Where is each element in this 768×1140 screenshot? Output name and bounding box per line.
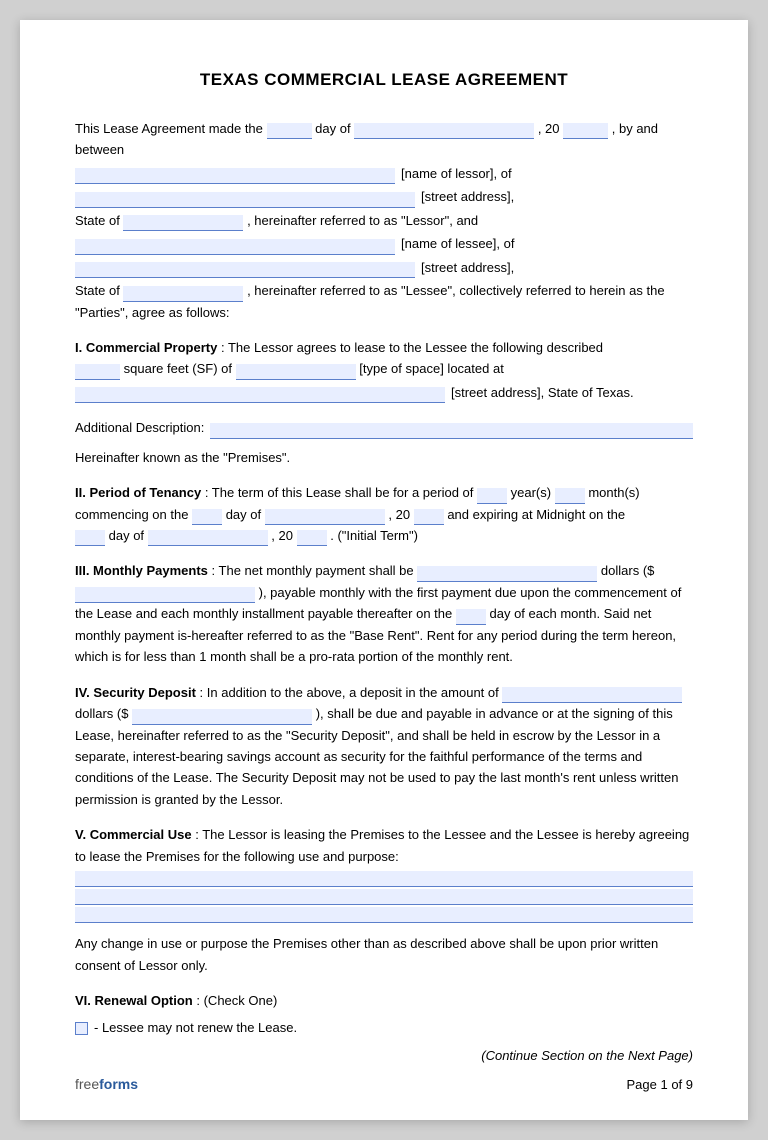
monthly-payment-num-field[interactable] bbox=[75, 587, 255, 603]
section1: I. Commercial Property : The Lessor agre… bbox=[75, 337, 693, 403]
section2-text8: , 20 bbox=[271, 528, 293, 543]
lessee-address-label: [street address], bbox=[421, 257, 514, 278]
lessor-address-field[interactable] bbox=[75, 192, 415, 208]
lessee-address-field[interactable] bbox=[75, 262, 415, 278]
document-title: TEXAS COMMERCIAL LEASE AGREEMENT bbox=[75, 70, 693, 90]
section4-text2: dollars ($ bbox=[75, 706, 128, 721]
section1-text4: [street address], State of Texas. bbox=[451, 382, 634, 403]
space-type-field[interactable] bbox=[236, 364, 356, 380]
lessor-state-label: State of bbox=[75, 213, 120, 228]
start-year-field[interactable] bbox=[414, 509, 444, 525]
year-field[interactable] bbox=[563, 123, 608, 139]
section1-text3: [type of space] located at bbox=[359, 361, 504, 376]
use-purpose-field3[interactable] bbox=[75, 907, 693, 923]
end-year-field[interactable] bbox=[297, 530, 327, 546]
section4-text: : In addition to the above, a deposit in… bbox=[200, 685, 499, 700]
start-day-field[interactable] bbox=[192, 509, 222, 525]
section5-text2: Any change in use or purpose the Premise… bbox=[75, 933, 693, 976]
years-field[interactable] bbox=[477, 488, 507, 504]
deposit-num-field[interactable] bbox=[132, 709, 312, 725]
section2-text6: and expiring at Midnight on the bbox=[447, 507, 625, 522]
monthly-payment-words-field[interactable] bbox=[417, 566, 597, 582]
section3-text: : The net monthly payment shall be bbox=[212, 563, 414, 578]
section1-text: : The Lessor agrees to lease to the Less… bbox=[221, 340, 603, 355]
renewal-option-row: - Lessee may not renew the Lease. bbox=[75, 1017, 693, 1038]
brand-forms: forms bbox=[99, 1076, 138, 1092]
end-day-field[interactable] bbox=[75, 530, 105, 546]
section3-text2: dollars ($ bbox=[601, 563, 654, 578]
section2-text: : The term of this Lease shall be for a … bbox=[205, 485, 474, 500]
property-address-field[interactable] bbox=[75, 387, 445, 403]
use-purpose-field2[interactable] bbox=[75, 889, 693, 905]
section2: II. Period of Tenancy : The term of this… bbox=[75, 482, 693, 546]
sqft-field[interactable] bbox=[75, 364, 120, 380]
additional-desc-label: Additional Description: bbox=[75, 417, 204, 438]
lessee-name-field[interactable] bbox=[75, 239, 395, 255]
section4: IV. Security Deposit : In addition to th… bbox=[75, 682, 693, 811]
document-page: TEXAS COMMERCIAL LEASE AGREEMENT This Le… bbox=[20, 20, 748, 1120]
start-month-field[interactable] bbox=[265, 509, 385, 525]
lessee-label: [name of lessee], of bbox=[401, 233, 514, 254]
section4-title: IV. Security Deposit bbox=[75, 685, 196, 700]
brand-free: free bbox=[75, 1076, 99, 1092]
section2-text5: , 20 bbox=[388, 507, 410, 522]
lessee-state-field[interactable] bbox=[123, 286, 243, 302]
section2-text7: day of bbox=[109, 528, 144, 543]
section5-title: V. Commercial Use bbox=[75, 827, 192, 842]
renewal-checkbox[interactable] bbox=[75, 1022, 88, 1035]
intro-section: This Lease Agreement made the day of , 2… bbox=[75, 118, 693, 323]
use-purpose-field1[interactable] bbox=[75, 871, 693, 887]
lessor-referred-text: , hereinafter referred to as "Lessor", a… bbox=[247, 213, 478, 228]
page-number: Page 1 of 9 bbox=[627, 1077, 694, 1092]
day-field[interactable] bbox=[267, 123, 312, 139]
page-footer: freeforms Page 1 of 9 bbox=[75, 1076, 693, 1092]
section3: III. Monthly Payments : The net monthly … bbox=[75, 560, 693, 667]
intro-text2: day of bbox=[315, 121, 350, 136]
continue-note: (Continue Section on the Next Page) bbox=[75, 1045, 693, 1066]
section2-text4: day of bbox=[226, 507, 261, 522]
renewal-label: - Lessee may not renew the Lease. bbox=[94, 1017, 297, 1038]
intro-text1: This Lease Agreement made the bbox=[75, 121, 263, 136]
section6-title: VI. Renewal Option bbox=[75, 993, 193, 1008]
end-month-field[interactable] bbox=[148, 530, 268, 546]
lessor-label: [name of lessor], of bbox=[401, 163, 512, 184]
section2-text2: year(s) bbox=[511, 485, 551, 500]
section6: VI. Renewal Option : (Check One) - Lesse… bbox=[75, 990, 693, 1066]
lessor-name-field[interactable] bbox=[75, 168, 395, 184]
section1-text2: square feet (SF) of bbox=[124, 361, 232, 376]
lessor-state-field[interactable] bbox=[123, 215, 243, 231]
additional-section: Additional Description: Hereinafter know… bbox=[75, 417, 693, 468]
lessee-state-label: State of bbox=[75, 283, 120, 298]
deposit-words-field[interactable] bbox=[502, 687, 682, 703]
section2-text9: . ("Initial Term") bbox=[330, 528, 418, 543]
section3-title: III. Monthly Payments bbox=[75, 563, 208, 578]
additional-desc-field[interactable] bbox=[210, 423, 693, 439]
section1-title: I. Commercial Property bbox=[75, 340, 217, 355]
lessor-address-label: [street address], bbox=[421, 186, 514, 207]
brand-logo: freeforms bbox=[75, 1076, 138, 1092]
section2-title: II. Period of Tenancy bbox=[75, 485, 201, 500]
intro-text3: , 20 bbox=[538, 121, 560, 136]
premises-note: Hereinafter known as the "Premises". bbox=[75, 447, 693, 468]
month-field[interactable] bbox=[354, 123, 534, 139]
section5: V. Commercial Use : The Lessor is leasin… bbox=[75, 824, 693, 976]
months-field[interactable] bbox=[555, 488, 585, 504]
section6-text: : (Check One) bbox=[196, 993, 277, 1008]
payment-day-field[interactable] bbox=[456, 609, 486, 625]
continue-note-text: (Continue Section on the Next Page) bbox=[481, 1048, 693, 1063]
